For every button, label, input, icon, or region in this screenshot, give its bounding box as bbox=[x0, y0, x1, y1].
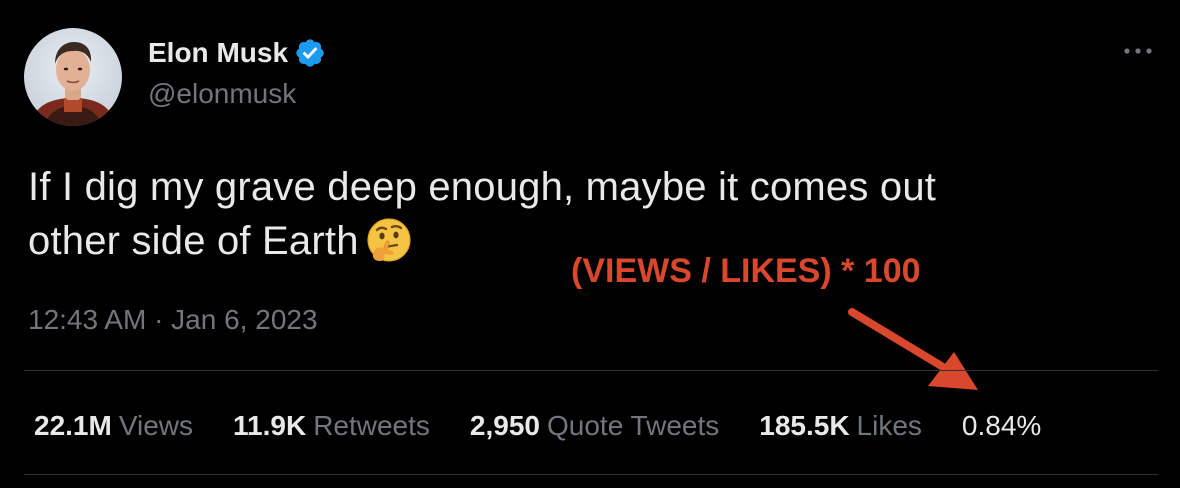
author-name[interactable]: Elon Musk bbox=[148, 37, 326, 69]
divider-bottom bbox=[24, 474, 1158, 475]
arrow-down-right-icon bbox=[848, 308, 978, 390]
author-name-text: Elon Musk bbox=[148, 37, 289, 68]
divider-top bbox=[24, 370, 1158, 371]
tweet-card: Elon Musk @elonmusk If I dig my grave de… bbox=[0, 0, 1180, 488]
timestamp[interactable]: 12:43 AM · Jan 6, 2023 bbox=[28, 302, 318, 338]
avatar-image bbox=[24, 28, 122, 126]
tweet-stats-bar: 22.1M Views 11.9K Retweets 2,950 Quote Twee… bbox=[34, 406, 1041, 446]
stat-quote-tweets-label: Quote Tweets bbox=[546, 410, 720, 441]
annotation-formula: (VIEWS / LIKES) * 100 bbox=[571, 252, 921, 290]
stat-views[interactable]: 22.1M Views bbox=[34, 406, 193, 446]
stat-quote-tweets[interactable]: 2,950 Quote Tweets bbox=[470, 406, 719, 446]
stat-retweets[interactable]: 11.9K Retweets bbox=[233, 406, 430, 446]
verified-badge-icon bbox=[294, 37, 326, 69]
stat-likes[interactable]: 185.5K Likes bbox=[759, 406, 922, 446]
stat-retweets-label: Retweets bbox=[313, 410, 430, 441]
stat-retweets-value: 11.9K bbox=[233, 410, 307, 441]
stat-likes-value: 185.5K bbox=[759, 410, 850, 441]
stat-likes-label: Likes bbox=[856, 410, 922, 441]
thinking-face-icon bbox=[365, 216, 413, 264]
author-handle[interactable]: @elonmusk bbox=[148, 78, 296, 110]
stat-views-value: 22.1M bbox=[34, 410, 112, 441]
more-horizontal-icon[interactable] bbox=[1118, 36, 1158, 66]
annotation-result: 0.84% bbox=[961, 410, 1042, 441]
tweet-text-line-1: If I dig my grave deep enough, maybe it … bbox=[28, 165, 937, 209]
avatar[interactable] bbox=[24, 28, 122, 126]
stat-quote-tweets-value: 2,950 bbox=[469, 410, 540, 441]
tweet-text-line-2-wrapper: other side of Earth bbox=[28, 214, 1108, 268]
tweet-text-line-2: other side of Earth bbox=[28, 219, 359, 263]
stat-views-label: Views bbox=[118, 410, 194, 441]
tweet-text: If I dig my grave deep enough, maybe it … bbox=[28, 160, 1108, 268]
